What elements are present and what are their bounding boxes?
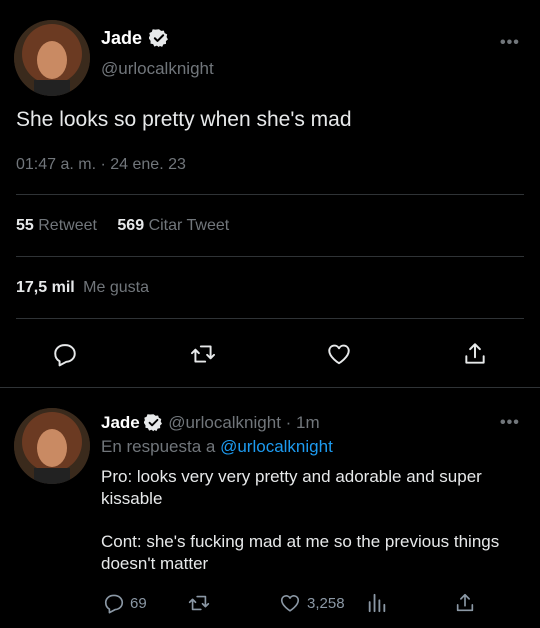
retweet-quote-stats: 55 Retweet 569 Citar Tweet xyxy=(16,217,229,235)
verified-badge-icon xyxy=(149,29,168,47)
quotes-label: Citar Tweet xyxy=(148,217,230,234)
reply-time[interactable]: · 1m xyxy=(286,413,320,432)
replying-to-link[interactable]: @urlocalknight xyxy=(220,437,333,456)
share-icon[interactable] xyxy=(462,340,488,368)
display-name-row: Jade xyxy=(101,28,169,49)
retweets-count: 55 xyxy=(16,217,34,234)
likes-stat[interactable]: 17,5 mil Me gusta xyxy=(16,279,149,297)
like-count: 3,258 xyxy=(307,594,345,612)
more-options-icon[interactable]: ••• xyxy=(500,414,520,432)
retweet-icon[interactable] xyxy=(189,341,217,367)
reply-header: Jade @urlocalknight · 1m xyxy=(101,413,320,433)
quotes-count: 569 xyxy=(117,217,145,234)
analytics-icon[interactable] xyxy=(366,592,388,614)
retweets-stat[interactable]: 55 Retweet xyxy=(16,217,101,234)
retweet-icon[interactable] xyxy=(187,592,211,614)
section-divider xyxy=(0,387,540,388)
more-options-icon[interactable]: ••• xyxy=(500,34,520,52)
like-icon[interactable] xyxy=(325,341,353,367)
reply-icon xyxy=(104,594,124,614)
divider xyxy=(16,256,524,257)
reply-count: 69 xyxy=(130,594,147,612)
replying-to: En respuesta a @urlocalknight xyxy=(101,437,333,457)
display-name[interactable]: Jade xyxy=(101,413,140,432)
avatar-image xyxy=(14,408,90,484)
reply-text-2: Cont: she's fucking mad at me so the pre… xyxy=(101,532,500,573)
handle[interactable]: @urlocalknight xyxy=(101,59,214,79)
like-icon xyxy=(280,595,300,612)
verified-badge-icon xyxy=(144,413,163,431)
retweets-label: Retweet xyxy=(38,217,97,234)
replying-prefix: En respuesta a xyxy=(101,437,216,456)
handle[interactable]: @urlocalknight xyxy=(168,413,281,432)
likes-count: 17,5 mil xyxy=(16,279,75,296)
divider xyxy=(16,194,524,195)
timestamp[interactable]: 01:47 a. m. · 24 ene. 23 xyxy=(16,156,186,174)
likes-label: Me gusta xyxy=(83,279,149,296)
reply-action-like[interactable]: 3,258 xyxy=(278,592,345,614)
display-name[interactable]: Jade xyxy=(101,28,142,48)
avatar[interactable] xyxy=(14,408,90,484)
tweet-text: She looks so pretty when she's mad xyxy=(16,108,352,131)
share-icon[interactable] xyxy=(454,591,476,615)
reply-text-1: Pro: looks very very pretty and adorable… xyxy=(101,467,482,508)
reply-action-reply[interactable]: 69 xyxy=(103,592,147,614)
reply-icon[interactable] xyxy=(52,341,78,367)
avatar-image xyxy=(14,20,90,96)
avatar[interactable] xyxy=(14,20,90,96)
divider xyxy=(16,318,524,319)
quotes-stat[interactable]: 569 Citar Tweet xyxy=(117,217,229,234)
